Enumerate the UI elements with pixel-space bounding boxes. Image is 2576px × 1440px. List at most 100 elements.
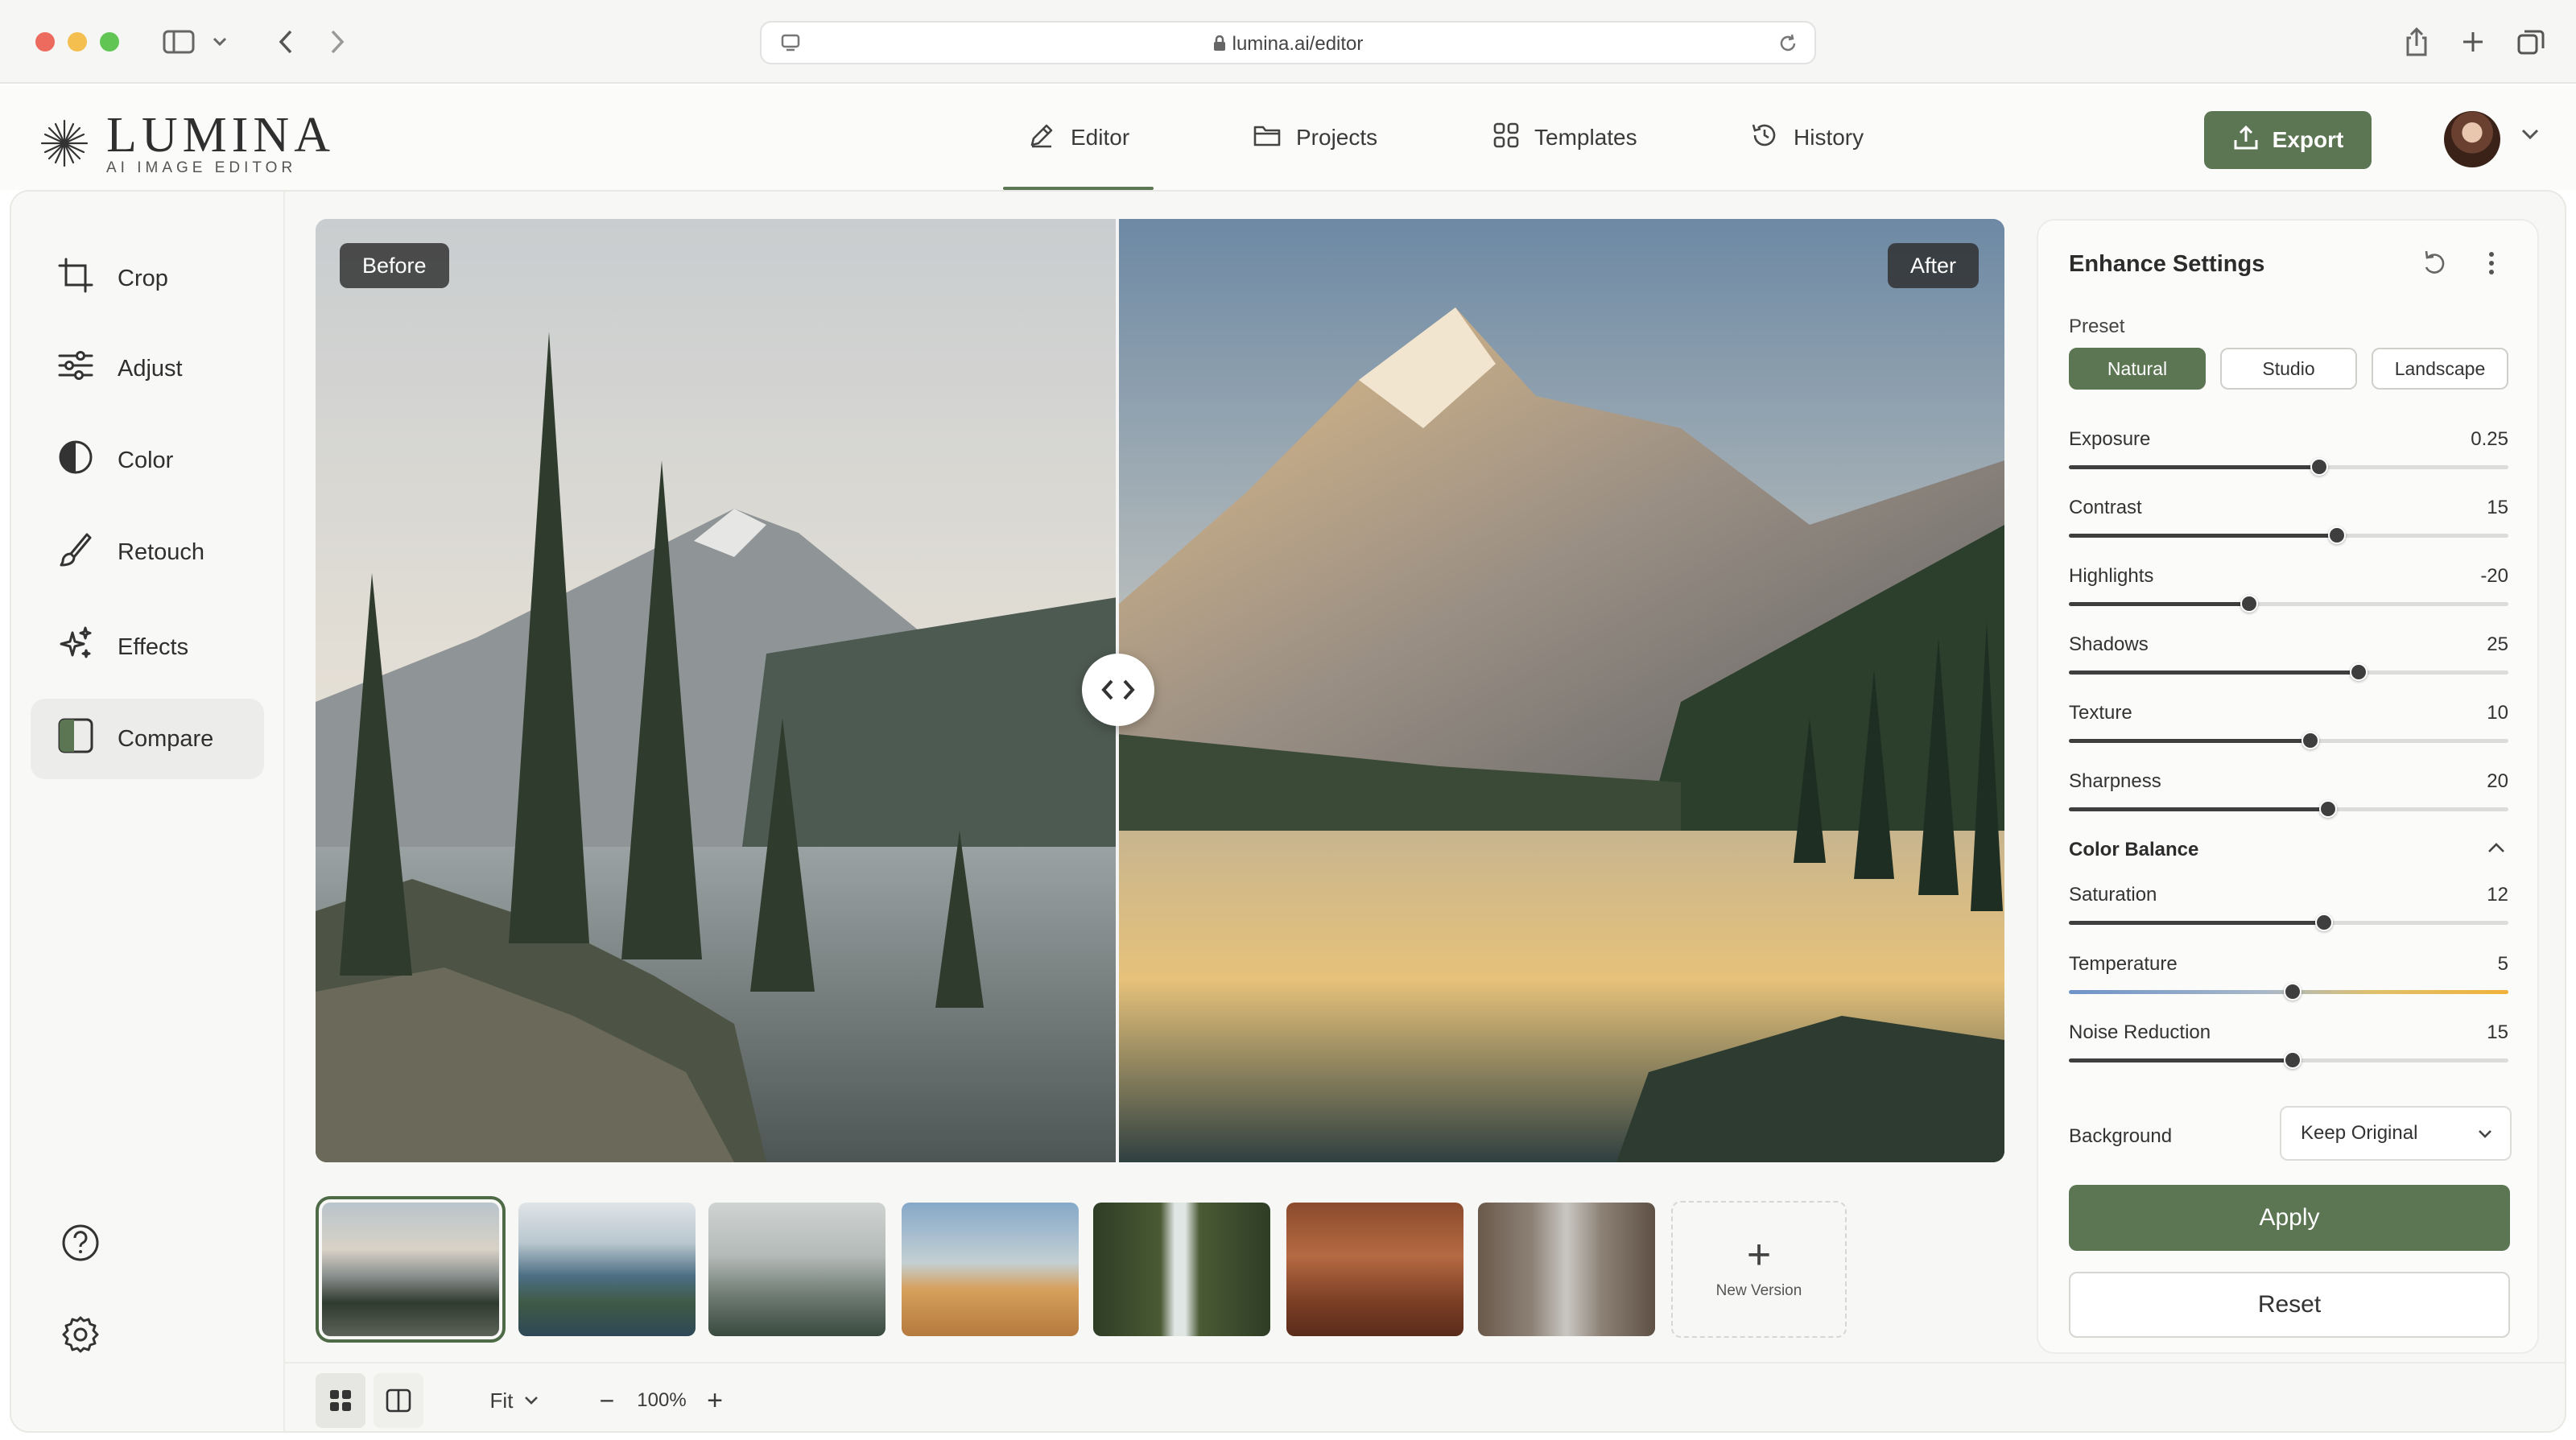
tool-retouch-label: Retouch xyxy=(118,538,205,565)
slider-label: Noise Reduction xyxy=(2069,1021,2211,1043)
chevron-down-icon[interactable] xyxy=(208,24,232,60)
slider-value: 15 xyxy=(2487,1021,2508,1043)
lumina-logo[interactable]: LUMINA AI IMAGE EDITOR xyxy=(40,108,335,177)
slider-label: Temperature xyxy=(2069,953,2178,975)
sidebar-toggle-icon[interactable] xyxy=(159,24,198,60)
tab-templates-label: Templates xyxy=(1534,125,1637,150)
slider-handle[interactable] xyxy=(2314,914,2333,931)
preset-landscape[interactable]: Landscape xyxy=(2372,348,2508,390)
chevron-down-icon[interactable] xyxy=(2521,129,2539,144)
slider-track[interactable] xyxy=(2069,458,2508,476)
fit-dropdown[interactable]: Fit xyxy=(478,1373,551,1428)
settings-icon[interactable] xyxy=(58,1312,103,1357)
tool-crop[interactable]: Crop xyxy=(31,238,264,319)
brand-name: LUMINA xyxy=(106,108,335,163)
tool-adjust-label: Adjust xyxy=(118,355,183,382)
forward-icon[interactable] xyxy=(324,24,351,60)
thumbnail-coastal-island[interactable] xyxy=(518,1203,696,1336)
new-tab-icon[interactable] xyxy=(2455,24,2491,60)
background-label: Background xyxy=(2069,1125,2173,1147)
url-label: lumina.ai/editor xyxy=(1232,33,1364,55)
slider-handle[interactable] xyxy=(2350,663,2368,681)
preset-studio[interactable]: Studio xyxy=(2220,348,2357,390)
slider-track[interactable] xyxy=(2069,983,2508,1001)
slider-handle[interactable] xyxy=(2328,526,2347,544)
back-icon[interactable] xyxy=(272,24,299,60)
tab-history[interactable]: History xyxy=(1750,85,1864,190)
grid-icon xyxy=(330,1390,351,1411)
minimize-window-button[interactable] xyxy=(68,32,87,52)
slider-handle[interactable] xyxy=(2319,800,2338,818)
slider-handle[interactable] xyxy=(2310,458,2329,476)
grid-view-button[interactable] xyxy=(316,1373,365,1428)
reset-button[interactable]: Reset xyxy=(2069,1272,2510,1338)
tool-retouch[interactable]: Retouch xyxy=(31,512,264,592)
thumbnail-mountain-lake[interactable] xyxy=(316,1196,506,1343)
tool-compare[interactable]: Compare xyxy=(31,699,264,779)
slider-track[interactable] xyxy=(2069,526,2508,544)
tool-effects-label: Effects xyxy=(118,633,189,660)
slider-row: Texture 10 xyxy=(2069,702,2508,750)
tool-color[interactable]: Color xyxy=(31,420,264,501)
slider-track[interactable] xyxy=(2069,800,2508,818)
slider-track[interactable] xyxy=(2069,732,2508,749)
slider-label: Shadows xyxy=(2069,633,2149,655)
slider-handle[interactable] xyxy=(2301,732,2320,749)
background-value: Keep Original xyxy=(2301,1122,2418,1144)
slider-fill xyxy=(2069,921,2324,925)
close-window-button[interactable] xyxy=(35,32,55,52)
thumbnail-waterfall[interactable] xyxy=(1093,1203,1270,1336)
address-bar[interactable]: lumina.ai/editor xyxy=(760,21,1816,64)
maximize-window-button[interactable] xyxy=(100,32,119,52)
star-logo-icon xyxy=(40,119,89,171)
before-label: Before xyxy=(340,243,449,288)
slider-handle[interactable] xyxy=(2284,983,2302,1001)
undo-icon[interactable] xyxy=(2420,248,2450,283)
slider-track[interactable] xyxy=(2069,663,2508,681)
fit-label: Fit xyxy=(489,1388,514,1413)
slider-row: Highlights -20 xyxy=(2069,565,2508,613)
crop-icon xyxy=(56,256,95,301)
help-icon[interactable] xyxy=(58,1220,103,1265)
slider-track[interactable] xyxy=(2069,914,2508,931)
chevron-down-icon xyxy=(525,1397,539,1405)
thumbnail-city-street[interactable] xyxy=(1478,1203,1655,1336)
tab-overview-icon[interactable] xyxy=(2512,24,2550,60)
zoom-out-button[interactable]: − xyxy=(591,1373,623,1428)
compare-canvas[interactable]: Before After xyxy=(316,219,2004,1162)
slider-track[interactable] xyxy=(2069,595,2508,613)
slider-track[interactable] xyxy=(2069,1051,2508,1069)
sparkles-icon xyxy=(56,625,95,670)
tool-adjust[interactable]: Adjust xyxy=(31,328,264,409)
preset-natural[interactable]: Natural xyxy=(2069,348,2206,390)
tab-templates[interactable]: Templates xyxy=(1492,85,1637,190)
slider-handle[interactable] xyxy=(2284,1051,2302,1069)
more-options-icon[interactable] xyxy=(2486,248,2497,283)
background-select[interactable]: Keep Original xyxy=(2280,1106,2512,1161)
tab-editor[interactable]: Editor xyxy=(1002,85,1154,190)
zoom-in-button[interactable]: + xyxy=(699,1373,731,1428)
tool-color-label: Color xyxy=(118,447,174,473)
reload-icon[interactable] xyxy=(1777,33,1798,58)
apply-button[interactable]: Apply xyxy=(2069,1185,2510,1251)
new-version-button[interactable]: + New Version xyxy=(1671,1201,1847,1338)
compare-handle[interactable] xyxy=(1082,654,1154,726)
slider-row: Temperature 5 xyxy=(2069,953,2508,1001)
share-icon[interactable] xyxy=(2399,24,2434,60)
avatar[interactable] xyxy=(2444,111,2500,167)
tool-effects[interactable]: Effects xyxy=(31,607,264,687)
thumbnail-desert-tree[interactable] xyxy=(902,1203,1079,1336)
chevron-up-icon[interactable] xyxy=(2487,842,2505,857)
tab-editor-label: Editor xyxy=(1071,125,1130,150)
tab-projects[interactable]: Projects xyxy=(1253,85,1377,190)
slider-row: Contrast 15 xyxy=(2069,497,2508,545)
thumbnail-misty-forest[interactable] xyxy=(708,1203,886,1336)
slider-fill xyxy=(2069,1058,2293,1062)
split-view-button[interactable] xyxy=(374,1373,423,1428)
export-button[interactable]: Export xyxy=(2204,111,2372,169)
slider-handle[interactable] xyxy=(2240,595,2258,613)
app-header: LUMINA AI IMAGE EDITOR Editor Projects T… xyxy=(0,85,2576,190)
slider-label: Texture xyxy=(2069,702,2132,724)
thumbnail-canyon[interactable] xyxy=(1286,1203,1463,1336)
slider-value: 15 xyxy=(2487,497,2508,518)
